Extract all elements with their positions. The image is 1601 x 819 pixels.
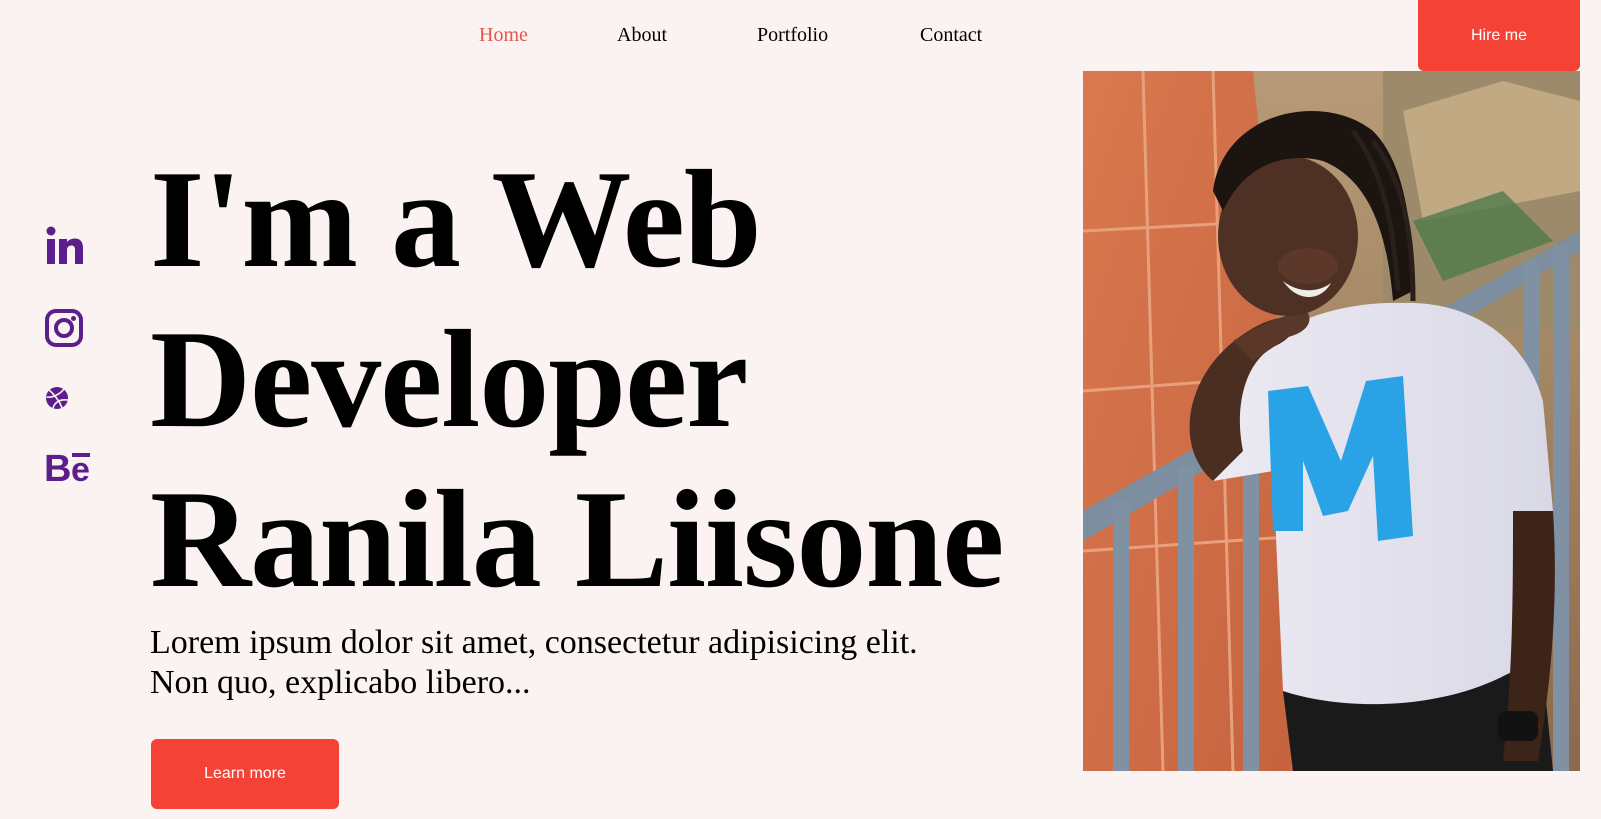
nav-portfolio-link[interactable]: Portfolio	[757, 22, 828, 48]
linkedin-icon[interactable]	[44, 226, 84, 266]
nav-about-link[interactable]: About	[617, 22, 667, 48]
hire-me-button[interactable]: Hire me	[1418, 0, 1580, 71]
instagram-icon[interactable]	[44, 308, 84, 348]
svg-text:B: B	[44, 448, 71, 487]
profile-photo	[1083, 71, 1580, 771]
dribbble-icon[interactable]	[44, 385, 70, 411]
hero-description: Lorem ipsum dolor sit amet, consectetur …	[150, 624, 918, 701]
main-nav: Home About Portfolio Contact	[0, 22, 1601, 48]
hero-headline-line-3: Ranila Liisone	[150, 462, 1004, 617]
hero-headline-line-2: Developer	[150, 302, 748, 457]
behance-icon[interactable]: B e	[44, 447, 100, 487]
hero-headline-line-1: I'm a Web	[150, 142, 762, 297]
hero-headline: I'm a Web Developer Ranila Liisone	[150, 140, 1004, 620]
nav-contact-link[interactable]: Contact	[920, 22, 982, 48]
nav-home-link[interactable]: Home	[479, 22, 528, 48]
learn-more-button[interactable]: Learn more	[151, 739, 339, 809]
